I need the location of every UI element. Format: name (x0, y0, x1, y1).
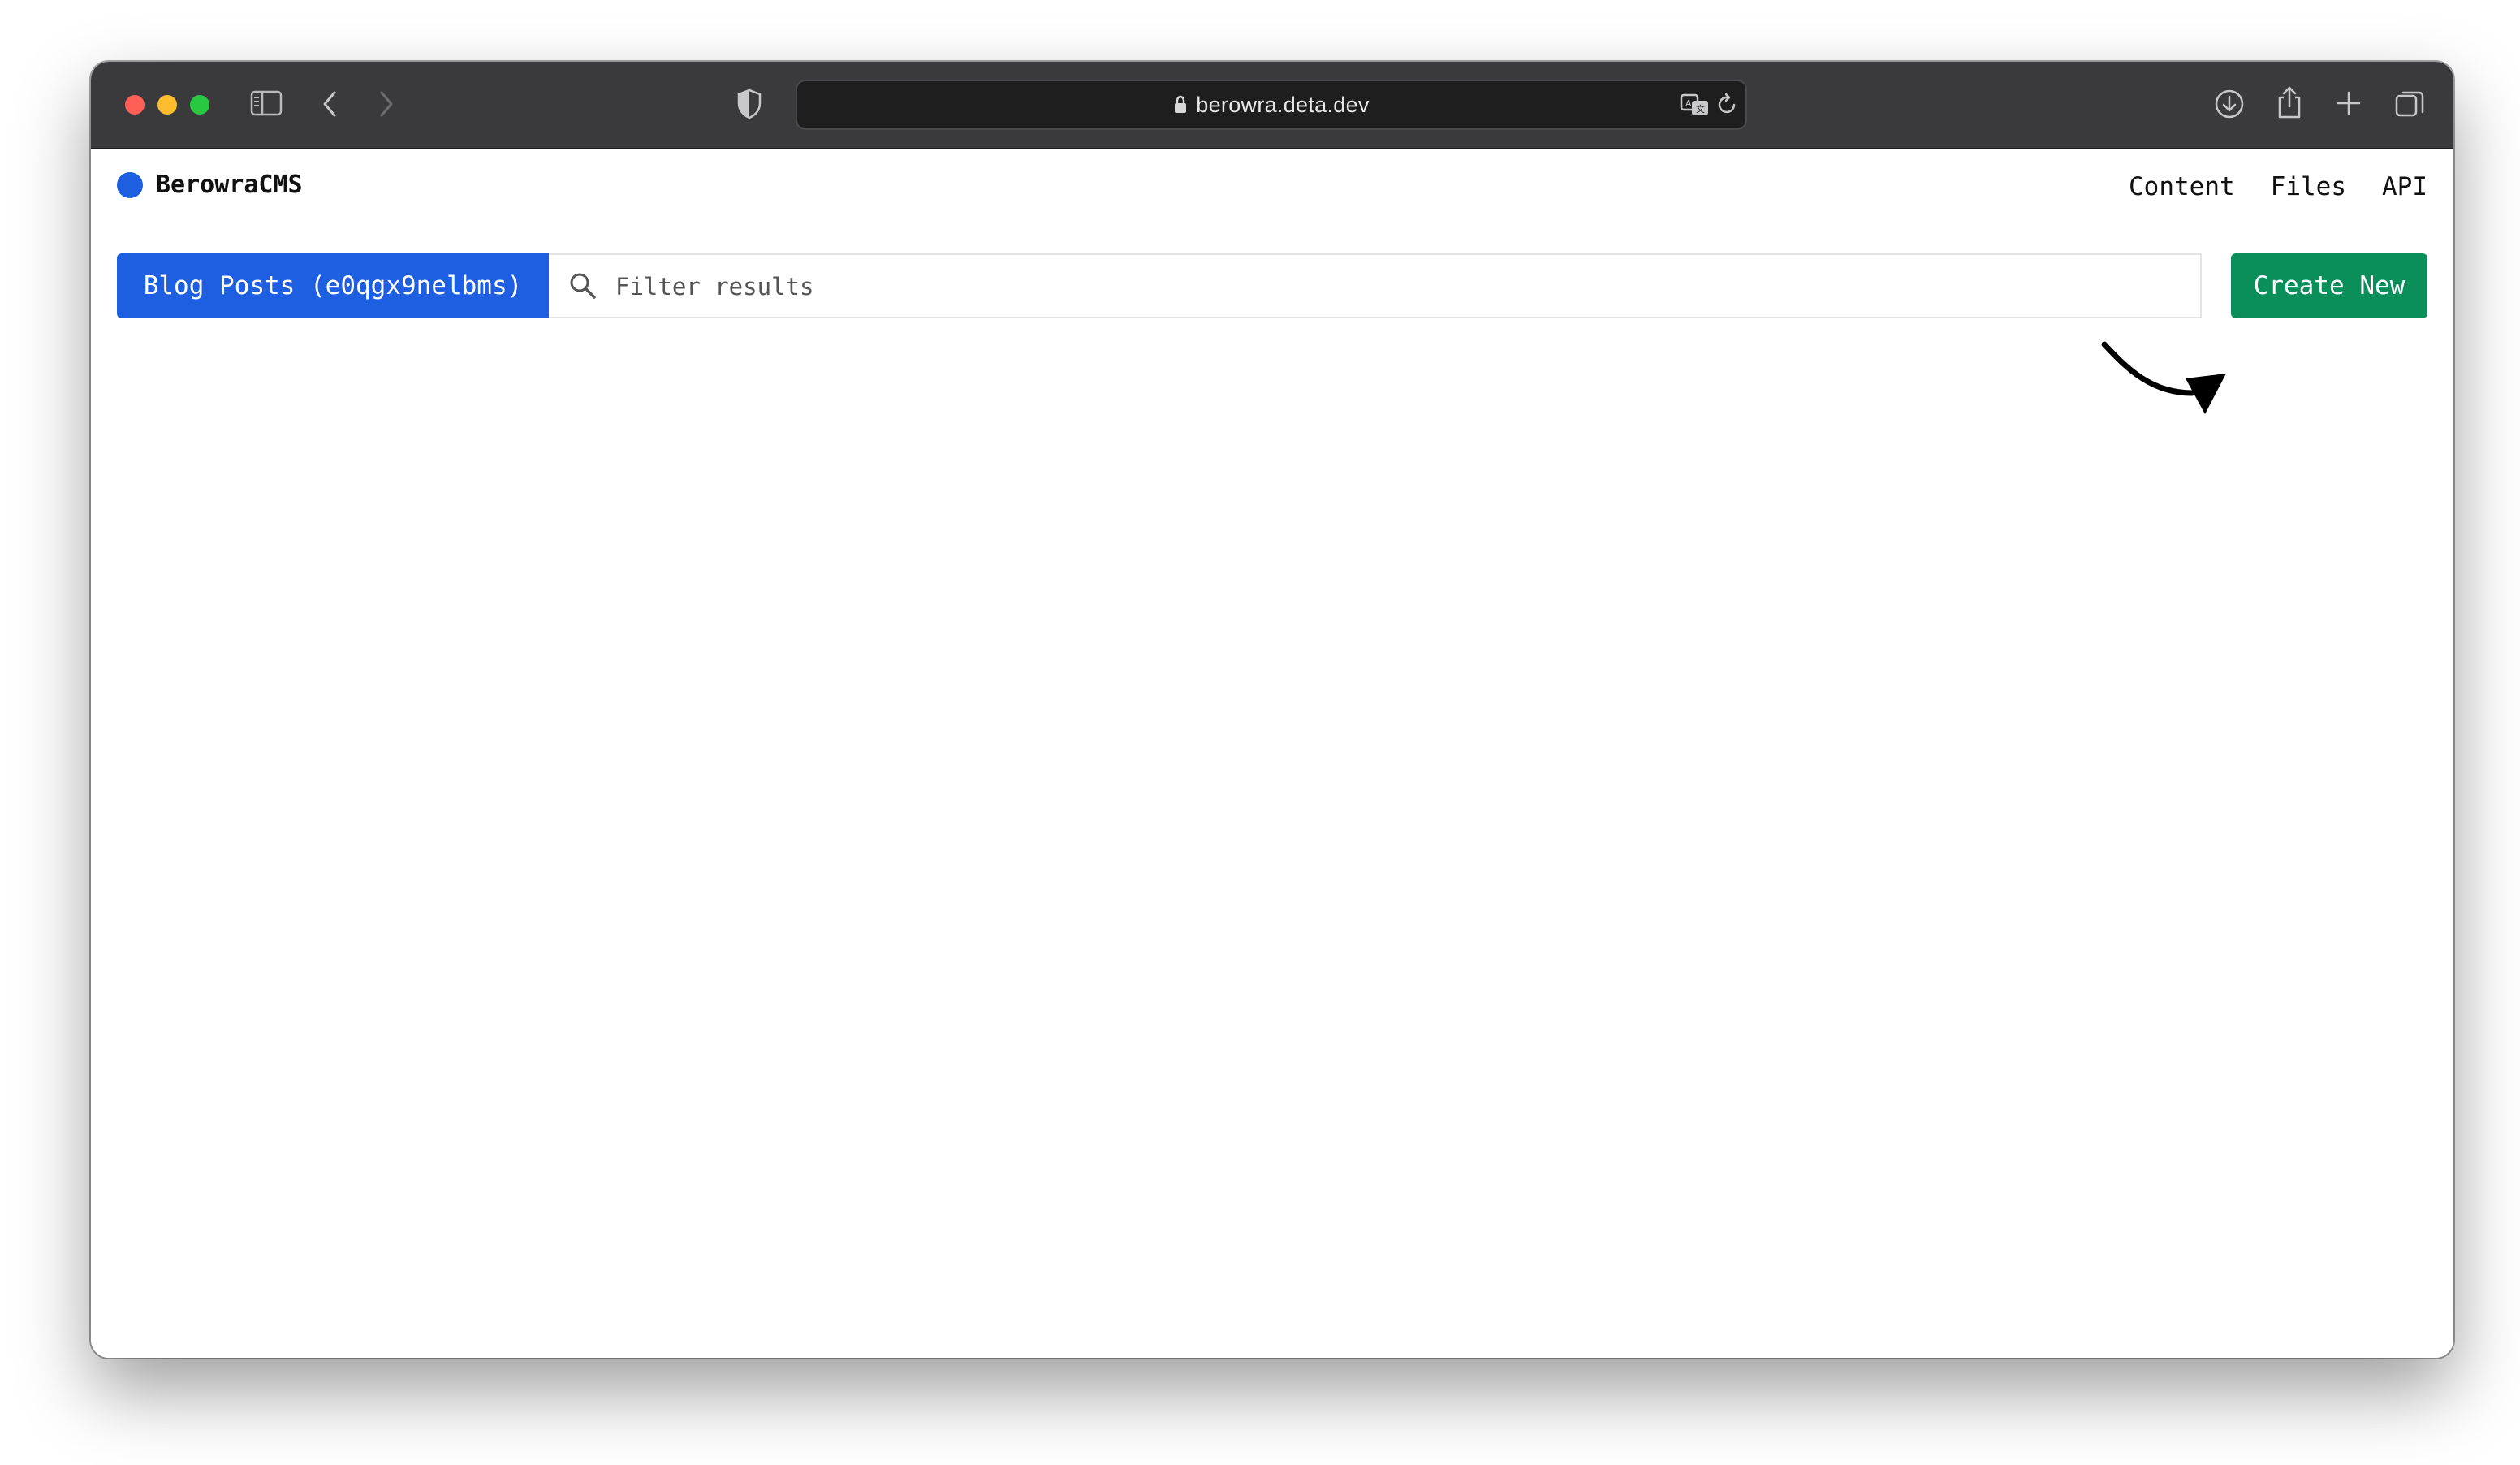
new-tab-plus-icon[interactable] (2335, 89, 2362, 117)
top-nav: Content Files API (2129, 172, 2427, 201)
sidebar-toggle-icon[interactable] (250, 89, 283, 117)
svg-text:文: 文 (1696, 103, 1705, 115)
browser-window: berowra.deta.dev A文 BerowraCMS Content F… (91, 62, 2453, 1358)
search-icon (568, 271, 598, 304)
page-content: BerowraCMS Content Files API Blog Posts … (91, 149, 2453, 1358)
reload-icon[interactable] (1716, 93, 1739, 117)
svg-text:A: A (1685, 98, 1692, 109)
lock-icon (1173, 95, 1188, 115)
create-new-button[interactable]: Create New (2231, 253, 2427, 318)
url-text: berowra.deta.dev (1196, 92, 1370, 117)
zoom-window-button[interactable] (190, 95, 209, 115)
brand[interactable]: BerowraCMS (117, 171, 303, 199)
back-arrow-icon[interactable] (320, 89, 339, 119)
forward-arrow-icon[interactable] (377, 89, 396, 119)
privacy-shield-icon[interactable] (736, 88, 763, 120)
nav-item-files[interactable]: Files (2271, 172, 2346, 201)
tab-overview-icon[interactable] (2393, 88, 2426, 120)
filter-box (549, 253, 2202, 318)
nav-item-api[interactable]: API (2382, 172, 2427, 201)
brand-logo-dot (117, 171, 143, 198)
close-window-button[interactable] (125, 95, 145, 115)
translate-icon[interactable]: A文 (1679, 91, 1711, 119)
share-icon[interactable] (2275, 84, 2304, 120)
downloads-icon[interactable] (2213, 88, 2246, 120)
collection-button[interactable]: Blog Posts (e0qgx9nelbms) (117, 253, 549, 318)
collection-toolbar: Blog Posts (e0qgx9nelbms) Create New (117, 253, 2427, 318)
address-bar[interactable]: berowra.deta.dev A文 (796, 80, 1747, 130)
filter-input[interactable] (614, 255, 2160, 318)
minimize-window-button[interactable] (158, 95, 177, 115)
browser-titlebar: berowra.deta.dev A文 (91, 62, 2453, 149)
nav-item-content[interactable]: Content (2129, 172, 2235, 201)
brand-name: BerowraCMS (156, 171, 303, 199)
annotation-arrow-icon (2101, 341, 2226, 414)
